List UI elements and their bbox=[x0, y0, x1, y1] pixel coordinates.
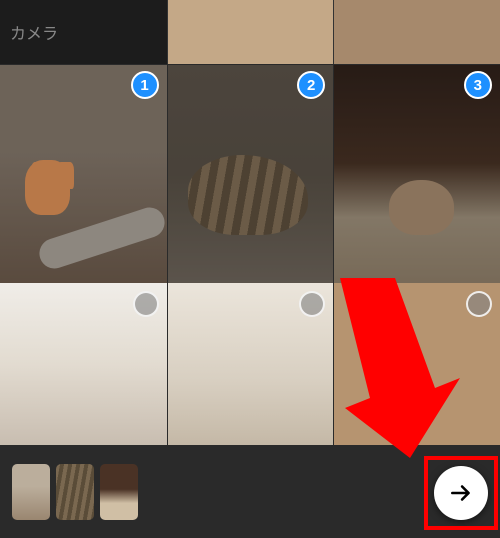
photo-cell-partial-2[interactable] bbox=[333, 0, 500, 64]
photo-cell-cat-3[interactable]: 3 bbox=[333, 65, 500, 283]
photo-picker-screen: カメラ 1 2 3 bbox=[0, 0, 500, 538]
photo-cell-cat-1[interactable]: 1 bbox=[0, 65, 167, 283]
photo-cell-6[interactable] bbox=[333, 283, 500, 446]
photo-row-2 bbox=[0, 282, 500, 445]
photo-cell-cat-2[interactable]: 2 bbox=[167, 65, 334, 283]
unselected-badge bbox=[466, 291, 492, 317]
unselected-badge bbox=[299, 291, 325, 317]
camera-source-cell[interactable]: カメラ bbox=[0, 0, 167, 64]
photo-cell-5[interactable] bbox=[167, 283, 334, 446]
selection-badge: 2 bbox=[297, 71, 325, 99]
selection-number: 3 bbox=[474, 77, 482, 94]
selection-badge: 1 bbox=[131, 71, 159, 99]
tray-thumbnail-3[interactable] bbox=[100, 464, 138, 520]
tray-thumbnail-2[interactable] bbox=[56, 464, 94, 520]
arrow-right-icon bbox=[448, 480, 474, 506]
tray-thumbnail-1[interactable] bbox=[12, 464, 50, 520]
unselected-badge bbox=[133, 291, 159, 317]
selection-tray bbox=[0, 445, 500, 538]
next-button[interactable] bbox=[434, 466, 488, 520]
top-partial-row: カメラ bbox=[0, 0, 500, 64]
photo-cell-4[interactable] bbox=[0, 283, 167, 446]
camera-label: カメラ bbox=[10, 20, 58, 44]
photo-cell-partial-1[interactable] bbox=[167, 0, 333, 64]
cat-eyes bbox=[399, 200, 444, 212]
selection-number: 2 bbox=[307, 77, 315, 94]
selection-number: 1 bbox=[140, 77, 148, 94]
photo-row-1: 1 2 3 bbox=[0, 64, 500, 282]
selection-badge: 3 bbox=[464, 71, 492, 99]
